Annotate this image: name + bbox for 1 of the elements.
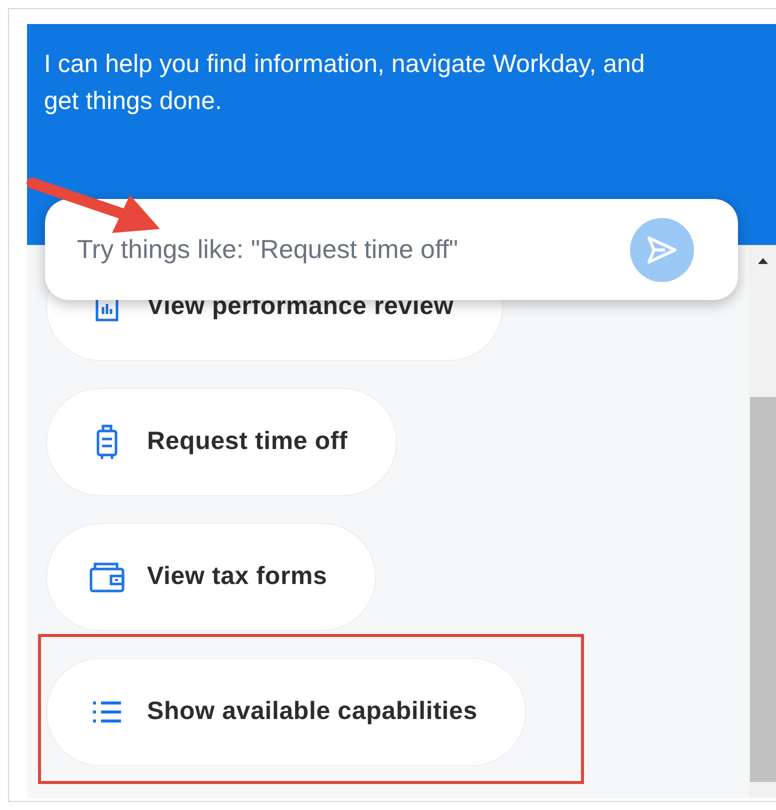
greeting-message: I can help you find information, navigate Workday, and get things done.: [44, 49, 646, 117]
